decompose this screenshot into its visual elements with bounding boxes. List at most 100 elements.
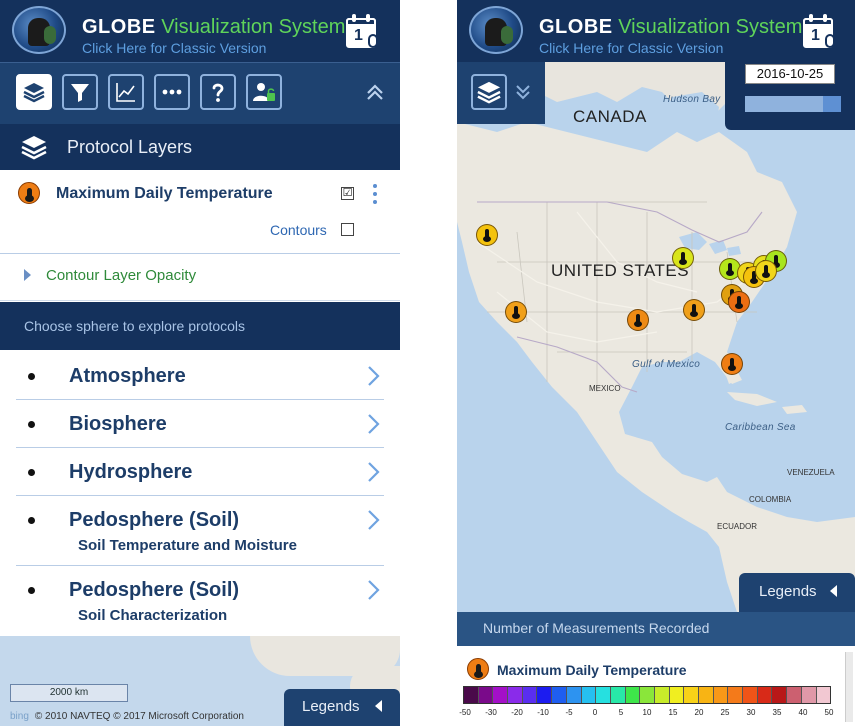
contour-opacity-toggle[interactable]: Contour Layer Opacity — [0, 255, 400, 301]
color-swatch — [522, 687, 538, 703]
color-swatch — [552, 687, 567, 703]
legends-button[interactable]: Legends — [739, 573, 855, 612]
expand-arrow-icon — [24, 269, 31, 281]
classic-version-link[interactable]: Click Here for Classic Version — [539, 40, 723, 56]
bing-logo: bing — [10, 711, 29, 722]
app-title-bold: GLOBE — [539, 16, 613, 38]
color-swatch — [743, 687, 758, 703]
sphere-name: Pedosphere (Soil) — [69, 509, 240, 531]
sphere-name: Biosphere — [69, 413, 167, 435]
chevron-double-up-icon[interactable] — [364, 81, 386, 103]
label-united-states: UNITED STATES — [551, 261, 690, 280]
layers-button[interactable] — [471, 74, 507, 110]
temperature-marker[interactable] — [728, 291, 750, 313]
layers-button[interactable] — [16, 74, 52, 110]
sphere-item-atmosphere[interactable]: Atmosphere — [16, 352, 384, 400]
date-input[interactable]: 2016-10-25 — [745, 64, 835, 84]
legend-scrollbar[interactable] — [845, 652, 853, 722]
sphere-item-pedosphere-characterization[interactable]: Pedosphere (Soil) Soil Characterization — [16, 566, 384, 636]
temperature-marker[interactable] — [755, 260, 777, 282]
sphere-header-label: Choose sphere to explore protocols — [24, 318, 246, 334]
sphere-subtitle: Soil Temperature and Moisture — [78, 537, 297, 554]
sphere-item-biosphere[interactable]: Biosphere — [16, 400, 384, 448]
sphere-item-pedosphere-moisture[interactable]: Pedosphere (Soil) Soil Temperature and M… — [16, 496, 384, 566]
bullet-icon — [28, 421, 35, 428]
temperature-marker[interactable] — [683, 299, 705, 321]
help-button[interactable] — [200, 74, 236, 110]
scale-label: 20 — [694, 708, 704, 717]
globe-logo-icon[interactable] — [469, 6, 523, 54]
sphere-item-hydrosphere[interactable]: Hydrosphere — [16, 448, 384, 496]
chevron-right-icon — [368, 366, 380, 386]
date-slider[interactable] — [745, 96, 841, 112]
label-gulf-of-mexico: Gulf of Mexico — [632, 359, 701, 370]
globe-logo-icon[interactable] — [12, 6, 66, 54]
scale-label: -30 — [485, 708, 497, 717]
legends-button[interactable]: Legends — [284, 689, 400, 726]
temperature-marker[interactable] — [476, 224, 498, 246]
measurements-bar[interactable]: Number of Measurements Recorded — [457, 612, 855, 646]
chevron-double-down-icon[interactable] — [515, 82, 531, 102]
calendar-icon[interactable]: 1 — [346, 14, 380, 50]
user-lock-button[interactable] — [246, 74, 282, 110]
map-layer-control — [457, 62, 545, 124]
contours-label: Contours — [270, 222, 327, 238]
color-swatch — [478, 687, 494, 703]
app-title: GLOBE Visualization System — [539, 16, 802, 39]
color-swatch — [625, 687, 641, 703]
label-hudson-bay: Hudson Bay — [663, 94, 721, 105]
label-colombia: COLOMBIA — [749, 495, 792, 504]
temperature-marker[interactable] — [721, 353, 743, 375]
chevron-right-icon — [368, 462, 380, 482]
scale-label: 30 — [746, 708, 756, 717]
sphere-name: Atmosphere — [69, 365, 186, 387]
temperature-marker[interactable] — [505, 301, 527, 323]
more-button[interactable] — [154, 74, 190, 110]
scale-label: 15 — [668, 708, 678, 717]
protocol-layers-header[interactable]: Protocol Layers — [0, 124, 400, 170]
thermometer-icon — [467, 658, 489, 680]
temperature-color-scale — [463, 686, 831, 704]
layer-options-icon[interactable] — [373, 184, 379, 206]
sphere-name: Pedosphere (Soil) — [69, 579, 240, 601]
contours-checkbox[interactable] — [341, 223, 354, 236]
classic-version-link[interactable]: Click Here for Classic Version — [82, 40, 266, 56]
scale-label: -5 — [565, 708, 573, 717]
map-canvas[interactable]: Hudson Bay CANADA UNITED STATES MEXICO G… — [457, 62, 855, 612]
scale-label: 40 — [798, 708, 808, 717]
attribution-text: © 2010 NAVTEQ © 2017 Microsoft Corporati… — [34, 711, 244, 722]
temperature-marker[interactable] — [627, 309, 649, 331]
app-title-rest: Visualization System — [618, 16, 803, 38]
sphere-name: Hydrosphere — [69, 461, 193, 483]
app-title-rest: Visualization System — [161, 16, 346, 38]
more-icon — [162, 89, 182, 95]
active-layer-row: Maximum Daily Temperature ☑ Contours — [0, 172, 400, 254]
legends-label: Legends — [302, 698, 360, 715]
scale-label: 5 — [618, 708, 624, 717]
chevron-right-icon — [368, 580, 380, 600]
chart-button[interactable] — [108, 74, 144, 110]
filter-button[interactable] — [62, 74, 98, 110]
color-swatch — [757, 687, 773, 703]
layers-icon — [477, 81, 501, 104]
bullet-icon — [28, 373, 35, 380]
sphere-header: Choose sphere to explore protocols — [0, 302, 400, 350]
layer-visible-checkbox[interactable]: ☑ — [341, 187, 354, 200]
date-slider-thumb[interactable] — [823, 96, 841, 112]
protocol-layers-title: Protocol Layers — [67, 137, 193, 157]
user-lock-icon — [253, 83, 275, 101]
calendar-icon[interactable]: 1 — [803, 14, 837, 50]
app-title-bold: GLOBE — [82, 16, 156, 38]
contour-opacity-label: Contour Layer Opacity — [46, 267, 197, 284]
calendar-day: 1 — [811, 27, 820, 44]
bullet-icon — [28, 469, 35, 476]
color-swatch — [493, 687, 509, 703]
scale-label: 0 — [592, 708, 598, 717]
color-swatch — [464, 687, 479, 703]
color-swatch — [713, 687, 729, 703]
temperature-marker[interactable] — [672, 247, 694, 269]
layers-icon — [23, 83, 45, 103]
map-scale-bar: 2000 km — [10, 684, 128, 702]
scale-label: 25 — [720, 708, 730, 717]
label-ecuador: ECUADOR — [717, 522, 758, 531]
